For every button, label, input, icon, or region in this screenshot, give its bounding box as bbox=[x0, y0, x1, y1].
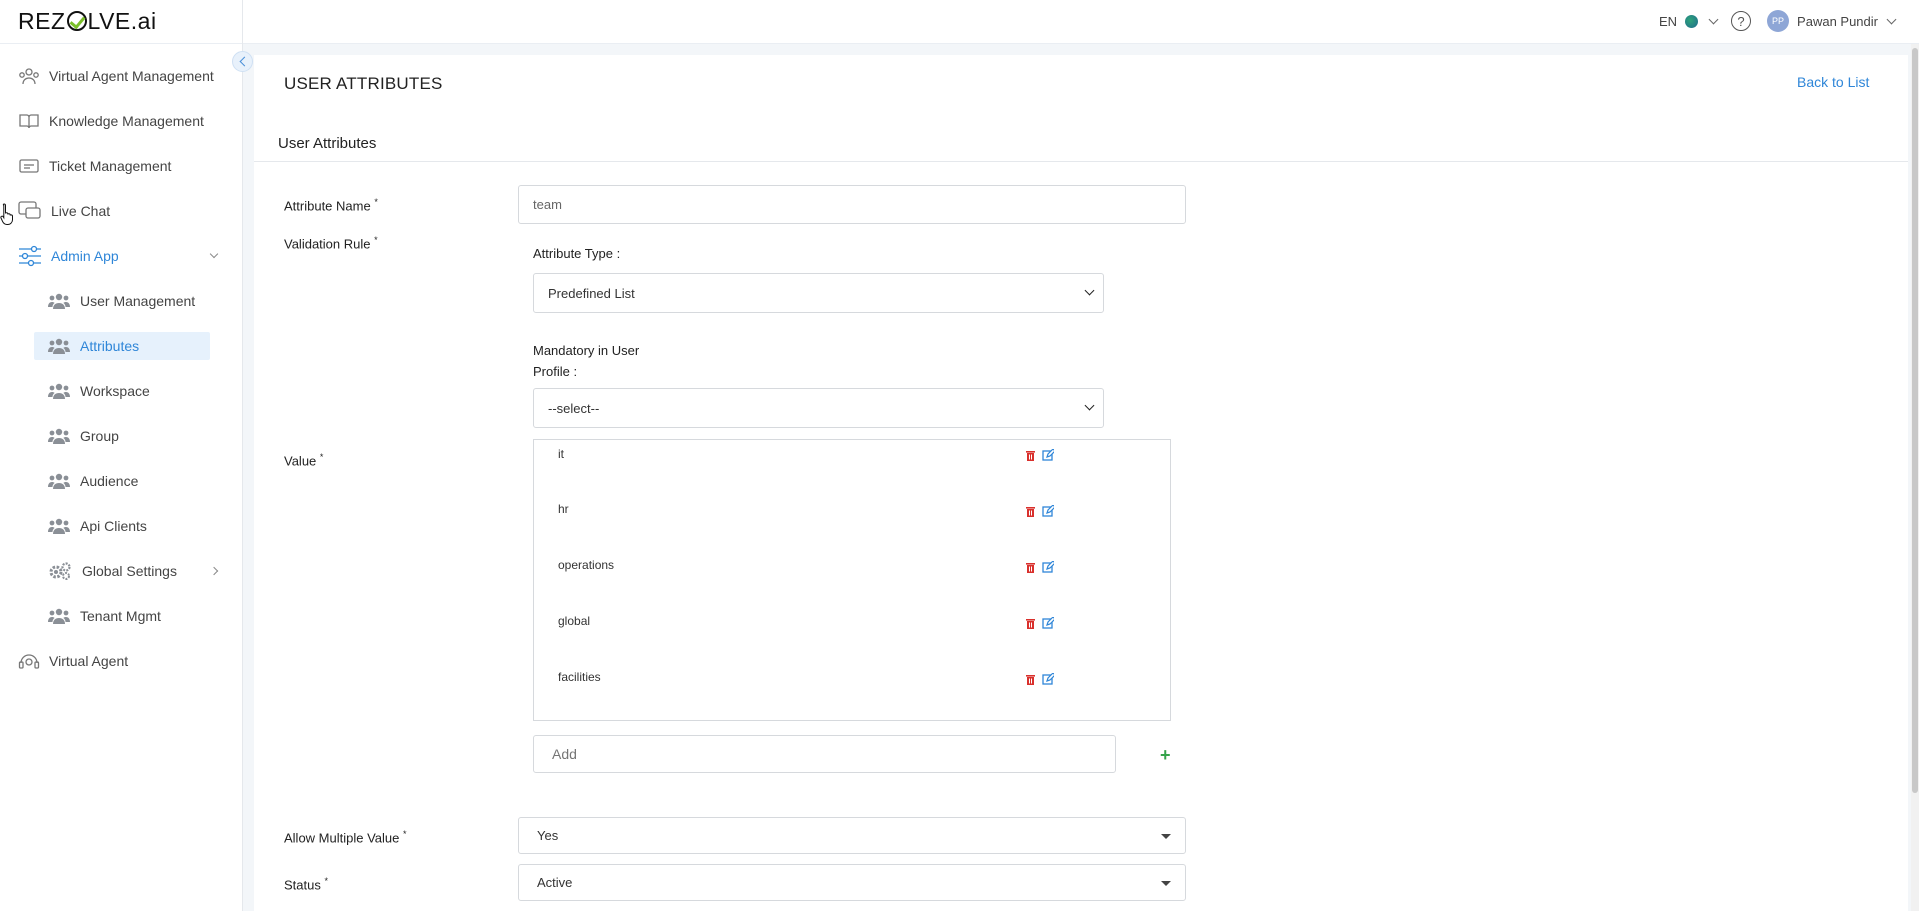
divider bbox=[254, 161, 1908, 162]
group-icon bbox=[48, 518, 70, 534]
sidebar-subitem-user-management[interactable]: User Management bbox=[48, 289, 195, 313]
mandatory-select[interactable]: --select-- bbox=[533, 388, 1104, 428]
sidebar-item-admin-app[interactable]: Admin App bbox=[18, 244, 119, 268]
value-text: it bbox=[558, 447, 564, 461]
scrollbar-thumb[interactable] bbox=[1912, 48, 1918, 793]
value-text: hr bbox=[558, 502, 569, 516]
edit-icon[interactable] bbox=[1042, 505, 1054, 517]
mouse-cursor-icon bbox=[0, 203, 13, 225]
sidebar-item-label: Virtual Agent Management bbox=[49, 68, 214, 84]
sidebar-item-label: Global Settings bbox=[82, 563, 177, 579]
group-icon bbox=[48, 293, 70, 309]
value-text: facilities bbox=[558, 670, 601, 684]
user-menu-chevron-icon[interactable] bbox=[1886, 14, 1897, 25]
gears-icon bbox=[49, 562, 71, 580]
sidebar-item-label: Tenant Mgmt bbox=[80, 608, 161, 624]
caret-down-icon bbox=[1161, 834, 1171, 839]
sidebar-subitem-global-settings[interactable]: Global Settings bbox=[48, 559, 177, 583]
app-logo[interactable]: REZ LVE.ai bbox=[18, 8, 157, 35]
validation-rule-label: Validation Rule * bbox=[284, 235, 378, 252]
sidebar-item-virtual-agent[interactable]: Virtual Agent bbox=[18, 649, 128, 673]
group-icon bbox=[48, 338, 70, 354]
add-value-input[interactable] bbox=[533, 735, 1116, 773]
section-title: User Attributes bbox=[278, 135, 377, 152]
sidebar-item-label: Admin App bbox=[51, 248, 119, 264]
value-text: operations bbox=[558, 558, 615, 572]
sidebar-subitem-api-clients[interactable]: Api Clients bbox=[48, 514, 147, 538]
attribute-type-label: Attribute Type : bbox=[533, 246, 621, 261]
edit-icon[interactable] bbox=[1042, 617, 1054, 629]
sidebar-item-live-chat[interactable]: Live Chat bbox=[18, 199, 110, 223]
trash-icon[interactable] bbox=[1025, 506, 1036, 517]
add-value-button[interactable]: + bbox=[1160, 745, 1171, 766]
sidebar-item-label: Group bbox=[80, 428, 119, 444]
back-to-list-link[interactable]: Back to List bbox=[1797, 74, 1869, 90]
users-icon bbox=[19, 68, 39, 85]
sidebar-subitem-audience[interactable]: Audience bbox=[48, 469, 138, 493]
trash-icon[interactable] bbox=[1025, 674, 1036, 685]
allow-multiple-label: Allow Multiple Value * bbox=[284, 829, 407, 846]
trash-icon[interactable] bbox=[1025, 618, 1036, 629]
agent-icon bbox=[18, 654, 40, 669]
sidebar-item-label: Attributes bbox=[80, 338, 140, 354]
trash-icon[interactable] bbox=[1025, 450, 1036, 461]
logo-check-icon bbox=[66, 11, 87, 31]
sliders-icon bbox=[19, 245, 41, 267]
chevron-down-icon bbox=[1084, 400, 1095, 411]
sidebar-item-label: Live Chat bbox=[51, 203, 111, 219]
group-icon bbox=[48, 473, 70, 489]
sidebar-item-label: User Management bbox=[80, 293, 196, 309]
sidebar-subitem-tenant-mgmt[interactable]: Tenant Mgmt bbox=[48, 604, 161, 628]
ticket-icon bbox=[19, 159, 39, 173]
sidebar-subitem-attributes[interactable]: Attributes bbox=[48, 334, 139, 358]
sidebar-item-knowledge-management[interactable]: Knowledge Management bbox=[18, 109, 204, 133]
sidebar-item-virtual-agent-management[interactable]: Virtual Agent Management bbox=[18, 64, 214, 88]
avatar[interactable]: PP bbox=[1767, 10, 1790, 32]
sidebar-item-label: Api Clients bbox=[80, 518, 147, 534]
value-label: Value * bbox=[284, 452, 324, 469]
chevron-down-icon bbox=[1084, 285, 1095, 296]
attribute-type-select[interactable]: Predefined List bbox=[533, 273, 1104, 313]
sidebar-item-label: Audience bbox=[80, 473, 139, 489]
sidebar-subitem-workspace[interactable]: Workspace bbox=[48, 379, 150, 403]
sidebar-item-label: Knowledge Management bbox=[49, 113, 204, 129]
group-icon bbox=[48, 428, 70, 444]
language-label[interactable]: EN bbox=[1659, 14, 1677, 29]
caret-down-icon bbox=[1161, 881, 1171, 886]
page-title: USER ATTRIBUTES bbox=[284, 74, 443, 93]
sidebar-subitem-group[interactable]: Group bbox=[48, 424, 119, 448]
group-icon bbox=[48, 383, 70, 399]
user-name[interactable]: Pawan Pundir bbox=[1797, 14, 1878, 29]
globe-icon[interactable] bbox=[1685, 14, 1699, 28]
attribute-name-input[interactable]: team bbox=[518, 185, 1186, 224]
edit-icon[interactable] bbox=[1042, 449, 1054, 461]
collapse-sidebar-button[interactable] bbox=[232, 51, 253, 72]
edit-icon[interactable] bbox=[1042, 561, 1054, 573]
chat-icon bbox=[18, 201, 41, 219]
mandatory-label: Mandatory in User Profile : bbox=[533, 343, 640, 379]
edit-icon[interactable] bbox=[1042, 673, 1054, 685]
attribute-name-label: Attribute Name * bbox=[284, 197, 378, 214]
sidebar-item-ticket-management[interactable]: Ticket Management bbox=[18, 154, 171, 178]
book-icon bbox=[19, 114, 39, 129]
value-text: global bbox=[558, 614, 591, 628]
top-header: REZ LVE.ai EN ? PP Pawan Pundir bbox=[0, 0, 1919, 44]
sidebar-item-label: Ticket Management bbox=[49, 158, 172, 174]
sidebar-item-label: Workspace bbox=[80, 383, 150, 399]
trash-icon[interactable] bbox=[1025, 562, 1036, 573]
group-icon bbox=[48, 608, 70, 624]
allow-multiple-select[interactable]: Yes bbox=[518, 817, 1186, 854]
status-select[interactable]: Active bbox=[518, 864, 1186, 901]
value-list: it hr operations global facilities bbox=[533, 439, 1171, 721]
header-actions: EN ? PP Pawan Pundir bbox=[1659, 10, 1901, 32]
chevron-down-icon[interactable] bbox=[1708, 14, 1719, 25]
help-icon[interactable]: ? bbox=[1731, 11, 1752, 31]
status-label: Status * bbox=[284, 876, 328, 893]
sidebar-item-label: Virtual Agent bbox=[49, 653, 129, 669]
